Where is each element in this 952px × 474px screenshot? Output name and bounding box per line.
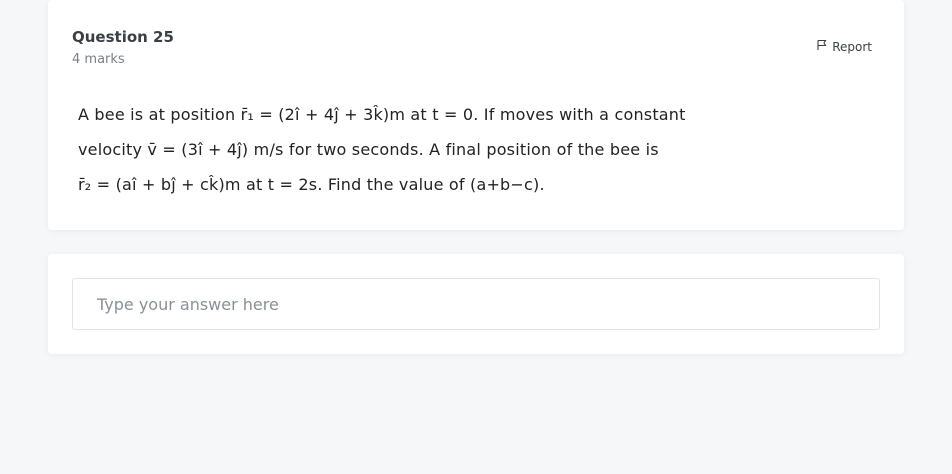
question-title: Question 25 bbox=[72, 28, 174, 46]
question-marks: 4 marks bbox=[72, 52, 125, 67]
answer-input[interactable] bbox=[72, 278, 880, 330]
report-button[interactable]: Report bbox=[816, 39, 872, 54]
question-text: A bee is at position r̄₁ = (2î + 4ĵ + 3k… bbox=[78, 97, 718, 202]
question-card: Question 25 4 marks Report A bee is at p… bbox=[48, 0, 904, 230]
answer-card bbox=[48, 254, 904, 354]
question-text-line: r̄₂ = (aî + bĵ + ck̂)m at t = 2s. Find t… bbox=[78, 175, 545, 194]
flag-icon bbox=[816, 39, 828, 54]
question-text-line: velocity v̄ = (3î + 4ĵ) m/s for two seco… bbox=[78, 140, 659, 159]
report-label: Report bbox=[832, 39, 872, 54]
question-text-line: A bee is at position r̄₁ = (2î + 4ĵ + 3k… bbox=[78, 105, 686, 124]
